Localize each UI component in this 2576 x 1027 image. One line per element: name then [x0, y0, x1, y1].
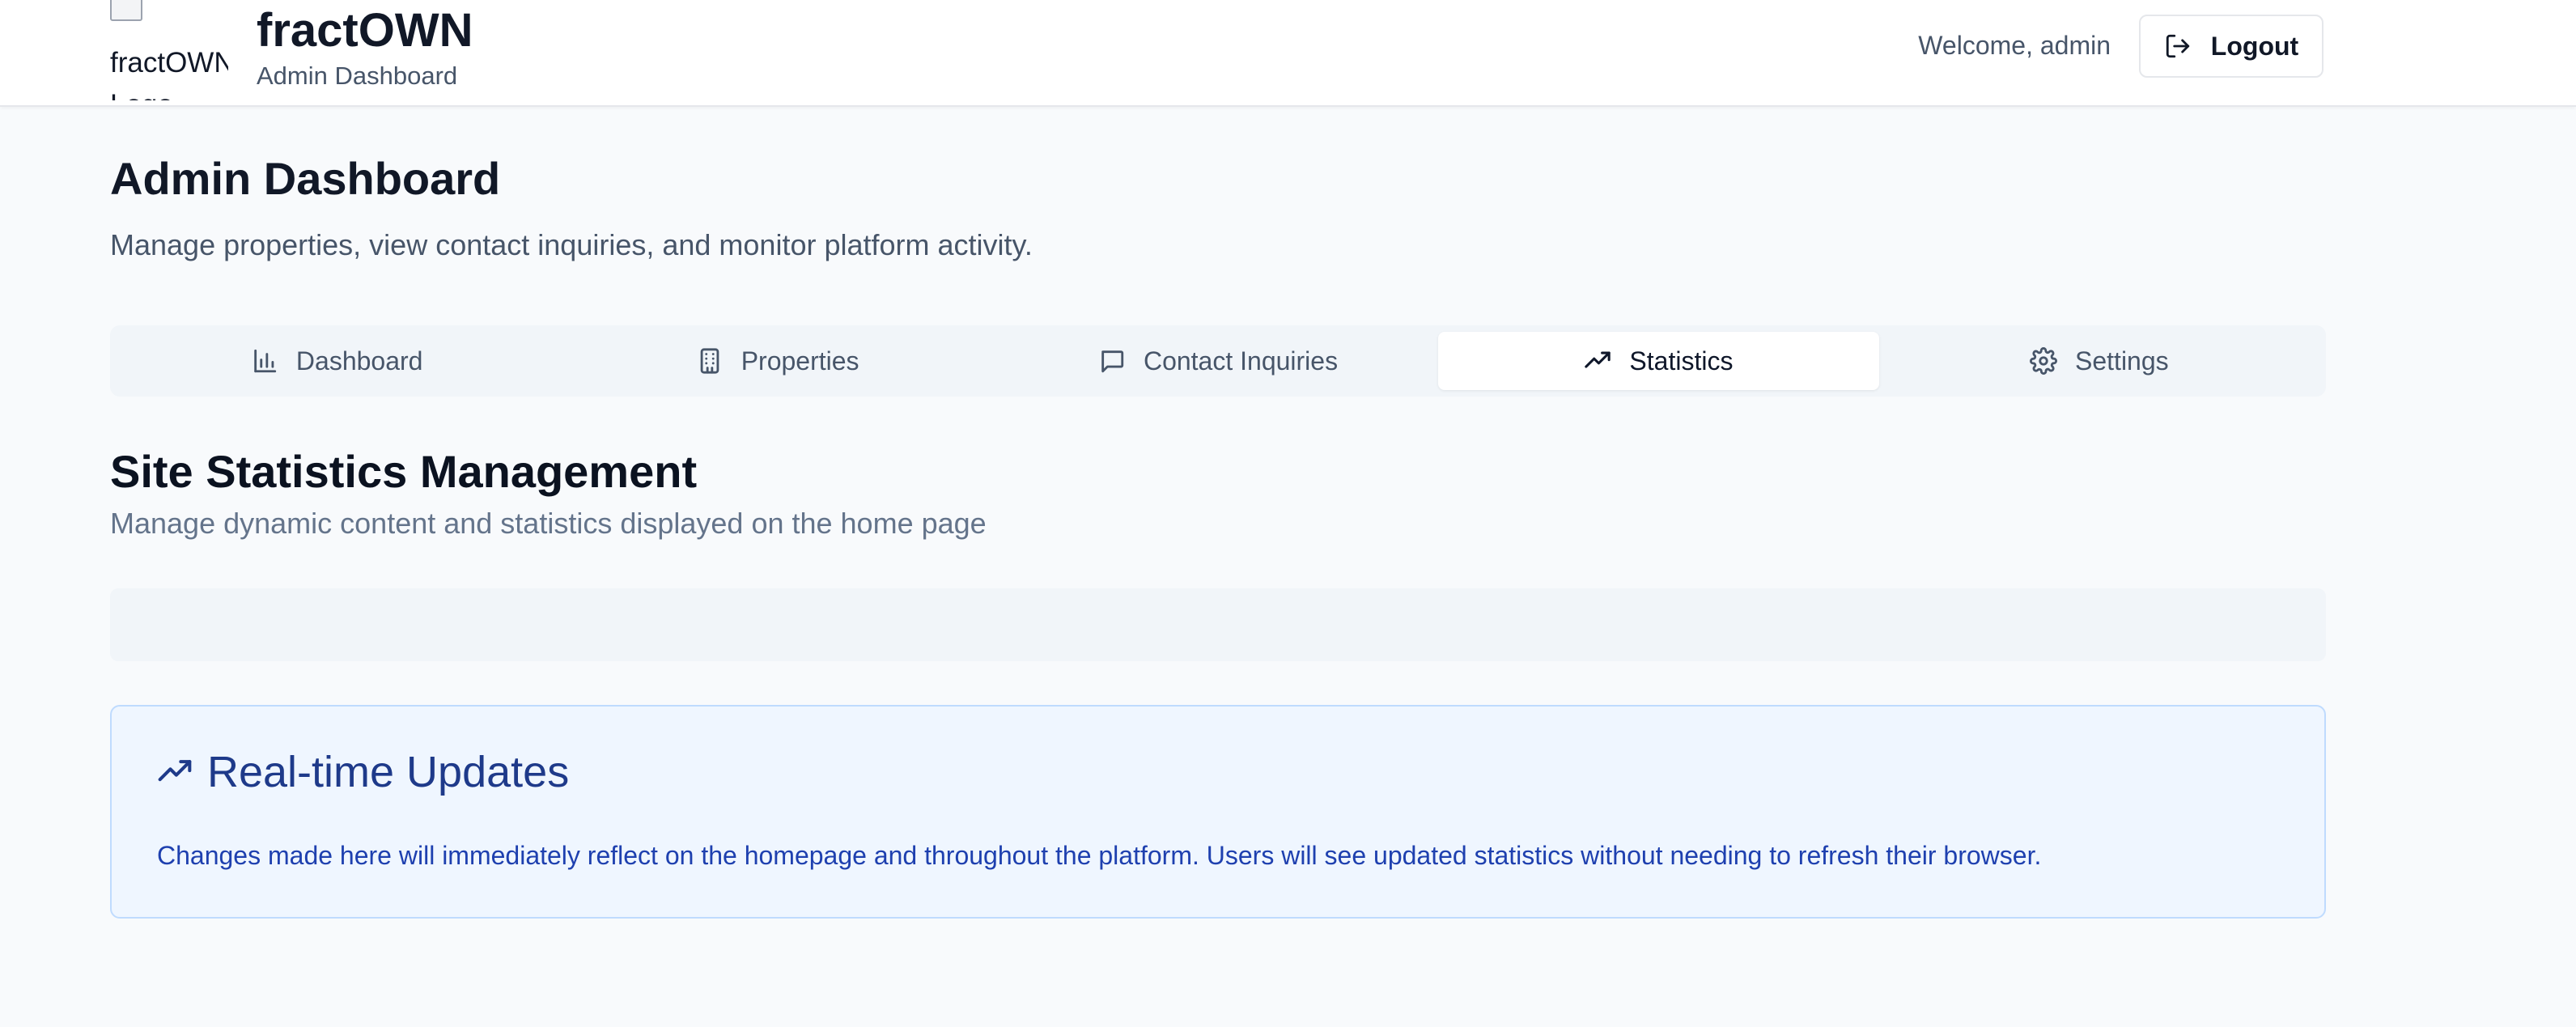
logo-alt-text: fractOWN Logo [110, 47, 228, 100]
tab-statistics[interactable]: Statistics [1438, 332, 1879, 390]
info-card-header: Real-time Updates [157, 747, 569, 797]
section-description: Manage dynamic content and statistics di… [110, 507, 987, 540]
logout-button[interactable]: Logout [2139, 15, 2323, 78]
tab-label: Settings [2075, 346, 2169, 376]
logout-icon [2166, 34, 2189, 58]
top-header: fractOWN Logo fractOWN Admin Dashboard W… [0, 0, 2576, 107]
tab-dashboard[interactable]: Dashboard [117, 332, 557, 390]
tab-bar: Dashboard Properties Contact Inquiries S… [110, 325, 2326, 397]
brand-title: fractOWN [257, 4, 473, 57]
page-title: Admin Dashboard [110, 153, 501, 204]
page-description: Manage properties, view contact inquirie… [110, 228, 1033, 261]
gear-icon [2030, 347, 2057, 375]
brand-subtitle: Admin Dashboard [257, 62, 458, 90]
logo-image: fractOWN Logo [110, 0, 228, 100]
info-card-title: Real-time Updates [207, 748, 570, 796]
tab-settings[interactable]: Settings [1879, 332, 2319, 390]
section-title: Site Statistics Management [110, 446, 698, 497]
tab-contact-inquiries[interactable]: Contact Inquiries [998, 332, 1438, 390]
info-card: Real-time Updates Changes made here will… [110, 705, 2326, 919]
trending-up-icon [158, 760, 192, 782]
tab-label: Properties [741, 346, 859, 376]
logout-label: Logout [2210, 31, 2299, 61]
info-card-text: Changes made here will immediately refle… [157, 841, 2042, 870]
tab-properties[interactable]: Properties [557, 332, 997, 390]
welcome-text: Welcome, admin [1918, 31, 2111, 60]
loading-placeholder [110, 588, 2326, 661]
bar-chart-icon [254, 349, 277, 373]
tab-label: Dashboard [295, 346, 423, 376]
broken-image-icon [110, 0, 142, 21]
tab-label: Statistics [1629, 346, 1734, 376]
tab-label: Contact Inquiries [1143, 346, 1339, 376]
trending-up-icon [1585, 351, 1611, 368]
building-icon [700, 348, 719, 374]
message-icon [1101, 350, 1124, 373]
